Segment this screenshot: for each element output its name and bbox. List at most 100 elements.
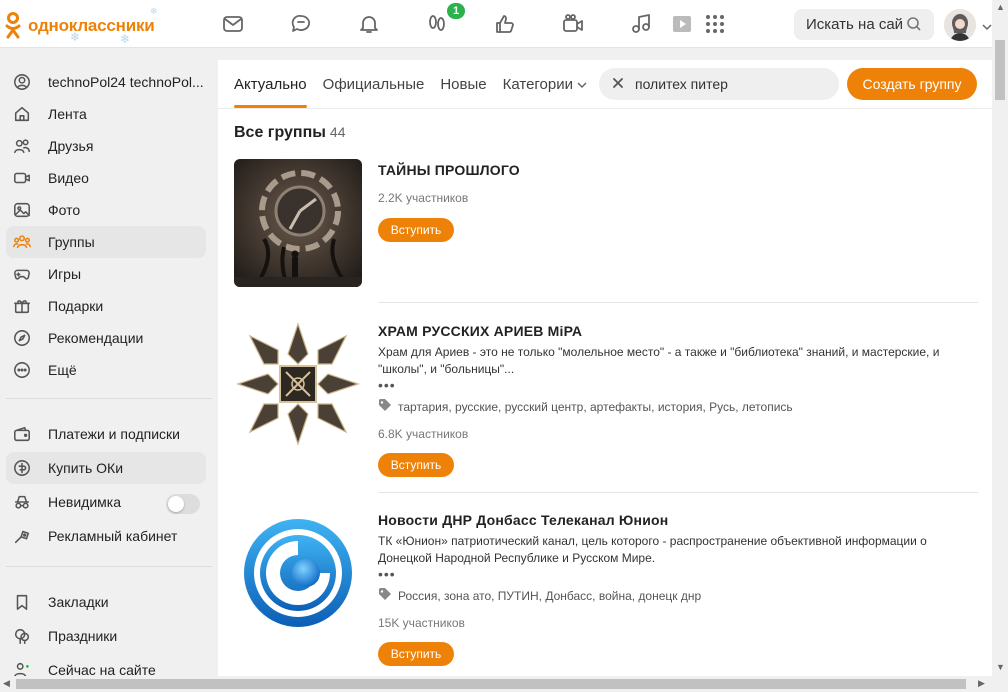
sidebar-divider (6, 398, 212, 399)
horizontal-scrollbar[interactable]: ◀ ▶ (0, 676, 992, 692)
sidebar-item-groups[interactable]: Группы (6, 226, 206, 258)
sidebar-item-payments[interactable]: Платежи и подписки (6, 418, 206, 450)
vertical-scrollbar[interactable]: ▲ ▼ (992, 0, 1008, 676)
music-icon[interactable] (627, 10, 655, 38)
sidebar-item-games[interactable]: Игры (6, 258, 206, 290)
friends-icon (12, 136, 32, 156)
tab-official[interactable]: Официальные (323, 60, 425, 108)
sidebar-item-recommendations[interactable]: Рекомендации (6, 322, 206, 354)
sidebar-item-holidays[interactable]: Праздники (6, 620, 206, 652)
sidebar-item-gifts[interactable]: Подарки (6, 290, 206, 322)
sidebar-item-photo[interactable]: Фото (6, 194, 206, 226)
search-icon[interactable] (906, 16, 922, 36)
sidebar-item-label: Друзья (48, 138, 94, 154)
top-header: одноклассники ❄ ❄ ❄ 1 Искать на сайте (0, 0, 992, 48)
group-thumbnail[interactable] (234, 159, 362, 287)
group-search-input[interactable]: политех питер (599, 68, 839, 100)
tag-icon (378, 587, 398, 604)
sidebar-item-label: Рекомендации (48, 330, 144, 346)
group-info: Новости ДНР Донбасс Телеканал Юнион ТК «… (378, 509, 978, 666)
group-name[interactable]: ХРАМ РУССКИХ АРИЕВ МiРА (378, 323, 978, 339)
video-icon[interactable] (668, 10, 696, 38)
video-calls-icon[interactable] (559, 10, 587, 38)
mail-icon[interactable] (219, 10, 247, 38)
group-divider (378, 492, 978, 493)
tag-icon (378, 398, 398, 415)
create-group-button[interactable]: Создать группу (847, 68, 977, 100)
scroll-right-icon[interactable]: ▶ (978, 678, 985, 689)
sidebar-item-label: Игры (48, 266, 82, 282)
vertical-scroll-thumb[interactable] (995, 40, 1005, 100)
site-search-placeholder: Искать на сайте (806, 16, 902, 33)
tab-label: Актуально (234, 75, 307, 93)
scroll-left-icon[interactable]: ◀ (3, 678, 10, 689)
wallet-icon (12, 424, 32, 444)
coin-icon (12, 458, 32, 478)
tab-categories[interactable]: Категории (503, 60, 587, 108)
group-name[interactable]: Новости ДНР Донбасс Телеканал Юнион (378, 512, 978, 528)
site-search-input[interactable]: Искать на сайте (794, 9, 934, 40)
invisible-toggle[interactable] (166, 494, 200, 514)
scroll-up-icon[interactable]: ▲ (996, 2, 1005, 12)
group-tags: Россия, зона ато, ПУТИН, Донбасс, война,… (378, 587, 978, 604)
discussions-icon[interactable] (287, 10, 315, 38)
group-name[interactable]: ТАЙНЫ ПРОШЛОГО (378, 162, 978, 178)
join-group-button[interactable]: Вступить (378, 218, 454, 242)
group-description: ТК «Юнион» патриотический канал, цель ко… (378, 534, 927, 565)
more-dots-icon[interactable]: ••• (378, 567, 978, 581)
logo-text: одноклассники (28, 16, 155, 35)
sidebar-item-invisible[interactable]: Невидимка (6, 486, 156, 518)
sidebar-item-label: Платежи и подписки (48, 426, 180, 442)
sidebar-item-more[interactable]: Ещё (6, 354, 206, 386)
group-thumbnail[interactable] (234, 320, 362, 448)
group-info: ХРАМ РУССКИХ АРИЕВ МiРА Храм для Ариев -… (378, 320, 978, 477)
join-group-button[interactable]: Вступить (378, 453, 454, 477)
group-description: Храм для Ариев - это не только "молельно… (378, 345, 940, 376)
sidebar-item-label: Лента (48, 106, 87, 122)
sidebar-item-label: technoPol24 technoPol... (48, 74, 204, 90)
games-icon (12, 264, 32, 284)
apps-icon[interactable] (701, 10, 729, 38)
tabs-divider (218, 108, 992, 109)
sidebar-item-label: Ещё (48, 362, 77, 378)
sidebar-item-profile[interactable]: technoPol24 technoPol... (6, 66, 206, 98)
sidebar-item-label: Фото (48, 202, 81, 218)
more-dots-icon[interactable]: ••• (378, 378, 978, 392)
group-thumbnail[interactable] (234, 509, 362, 637)
incognito-icon (12, 492, 32, 512)
sidebar-item-label: Купить ОКи (48, 460, 124, 476)
tab-label: Официальные (322, 75, 425, 93)
tab-label: Новые (440, 75, 487, 93)
gift-icon (12, 296, 32, 316)
sidebar-item-label: Закладки (48, 594, 109, 610)
sidebar-item-buy-ok[interactable]: Купить ОКи (6, 452, 206, 484)
groups-main-panel: Актуально Официальные Новые Категории по… (218, 60, 992, 680)
sidebar-item-bookmarks[interactable]: Закладки (6, 586, 206, 618)
join-group-button[interactable]: Вступить (378, 642, 454, 666)
groups-icon (12, 232, 32, 252)
sidebar-item-label: Видео (48, 170, 89, 186)
group-members-count: 6.8K участников (378, 427, 469, 441)
sidebar-item-feed[interactable]: Лента (6, 98, 206, 130)
left-sidebar: technoPol24 technoPol... Лента Друзья Ви… (0, 48, 218, 692)
user-avatar[interactable] (944, 9, 976, 41)
notifications-icon[interactable] (355, 10, 383, 38)
sidebar-item-friends[interactable]: Друзья (6, 130, 206, 162)
group-tags: тартария, русские, русский центр, артефа… (378, 398, 978, 415)
home-icon (12, 104, 32, 124)
horizontal-scroll-thumb[interactable] (16, 679, 966, 689)
tab-new[interactable]: Новые (440, 60, 486, 108)
tab-label: Категории (502, 75, 574, 93)
sidebar-item-label: Подарки (48, 298, 104, 314)
likes-icon[interactable] (491, 10, 519, 38)
profile-icon (12, 72, 32, 92)
snowflake-icon: ❄ (70, 30, 81, 44)
tab-actual[interactable]: Актуально (234, 60, 307, 108)
clear-search-icon[interactable] (611, 76, 625, 93)
sidebar-item-video[interactable]: Видео (6, 162, 206, 194)
sidebar-item-ads[interactable]: Рекламный кабинет (6, 520, 206, 552)
group-card: ТАЙНЫ ПРОШЛОГО 2.2K участников Вступить (234, 159, 978, 299)
chevron-down-icon[interactable] (982, 18, 992, 36)
scroll-down-icon[interactable]: ▼ (996, 662, 1005, 672)
groups-tabs: Актуально Официальные Новые Категории (234, 60, 603, 108)
